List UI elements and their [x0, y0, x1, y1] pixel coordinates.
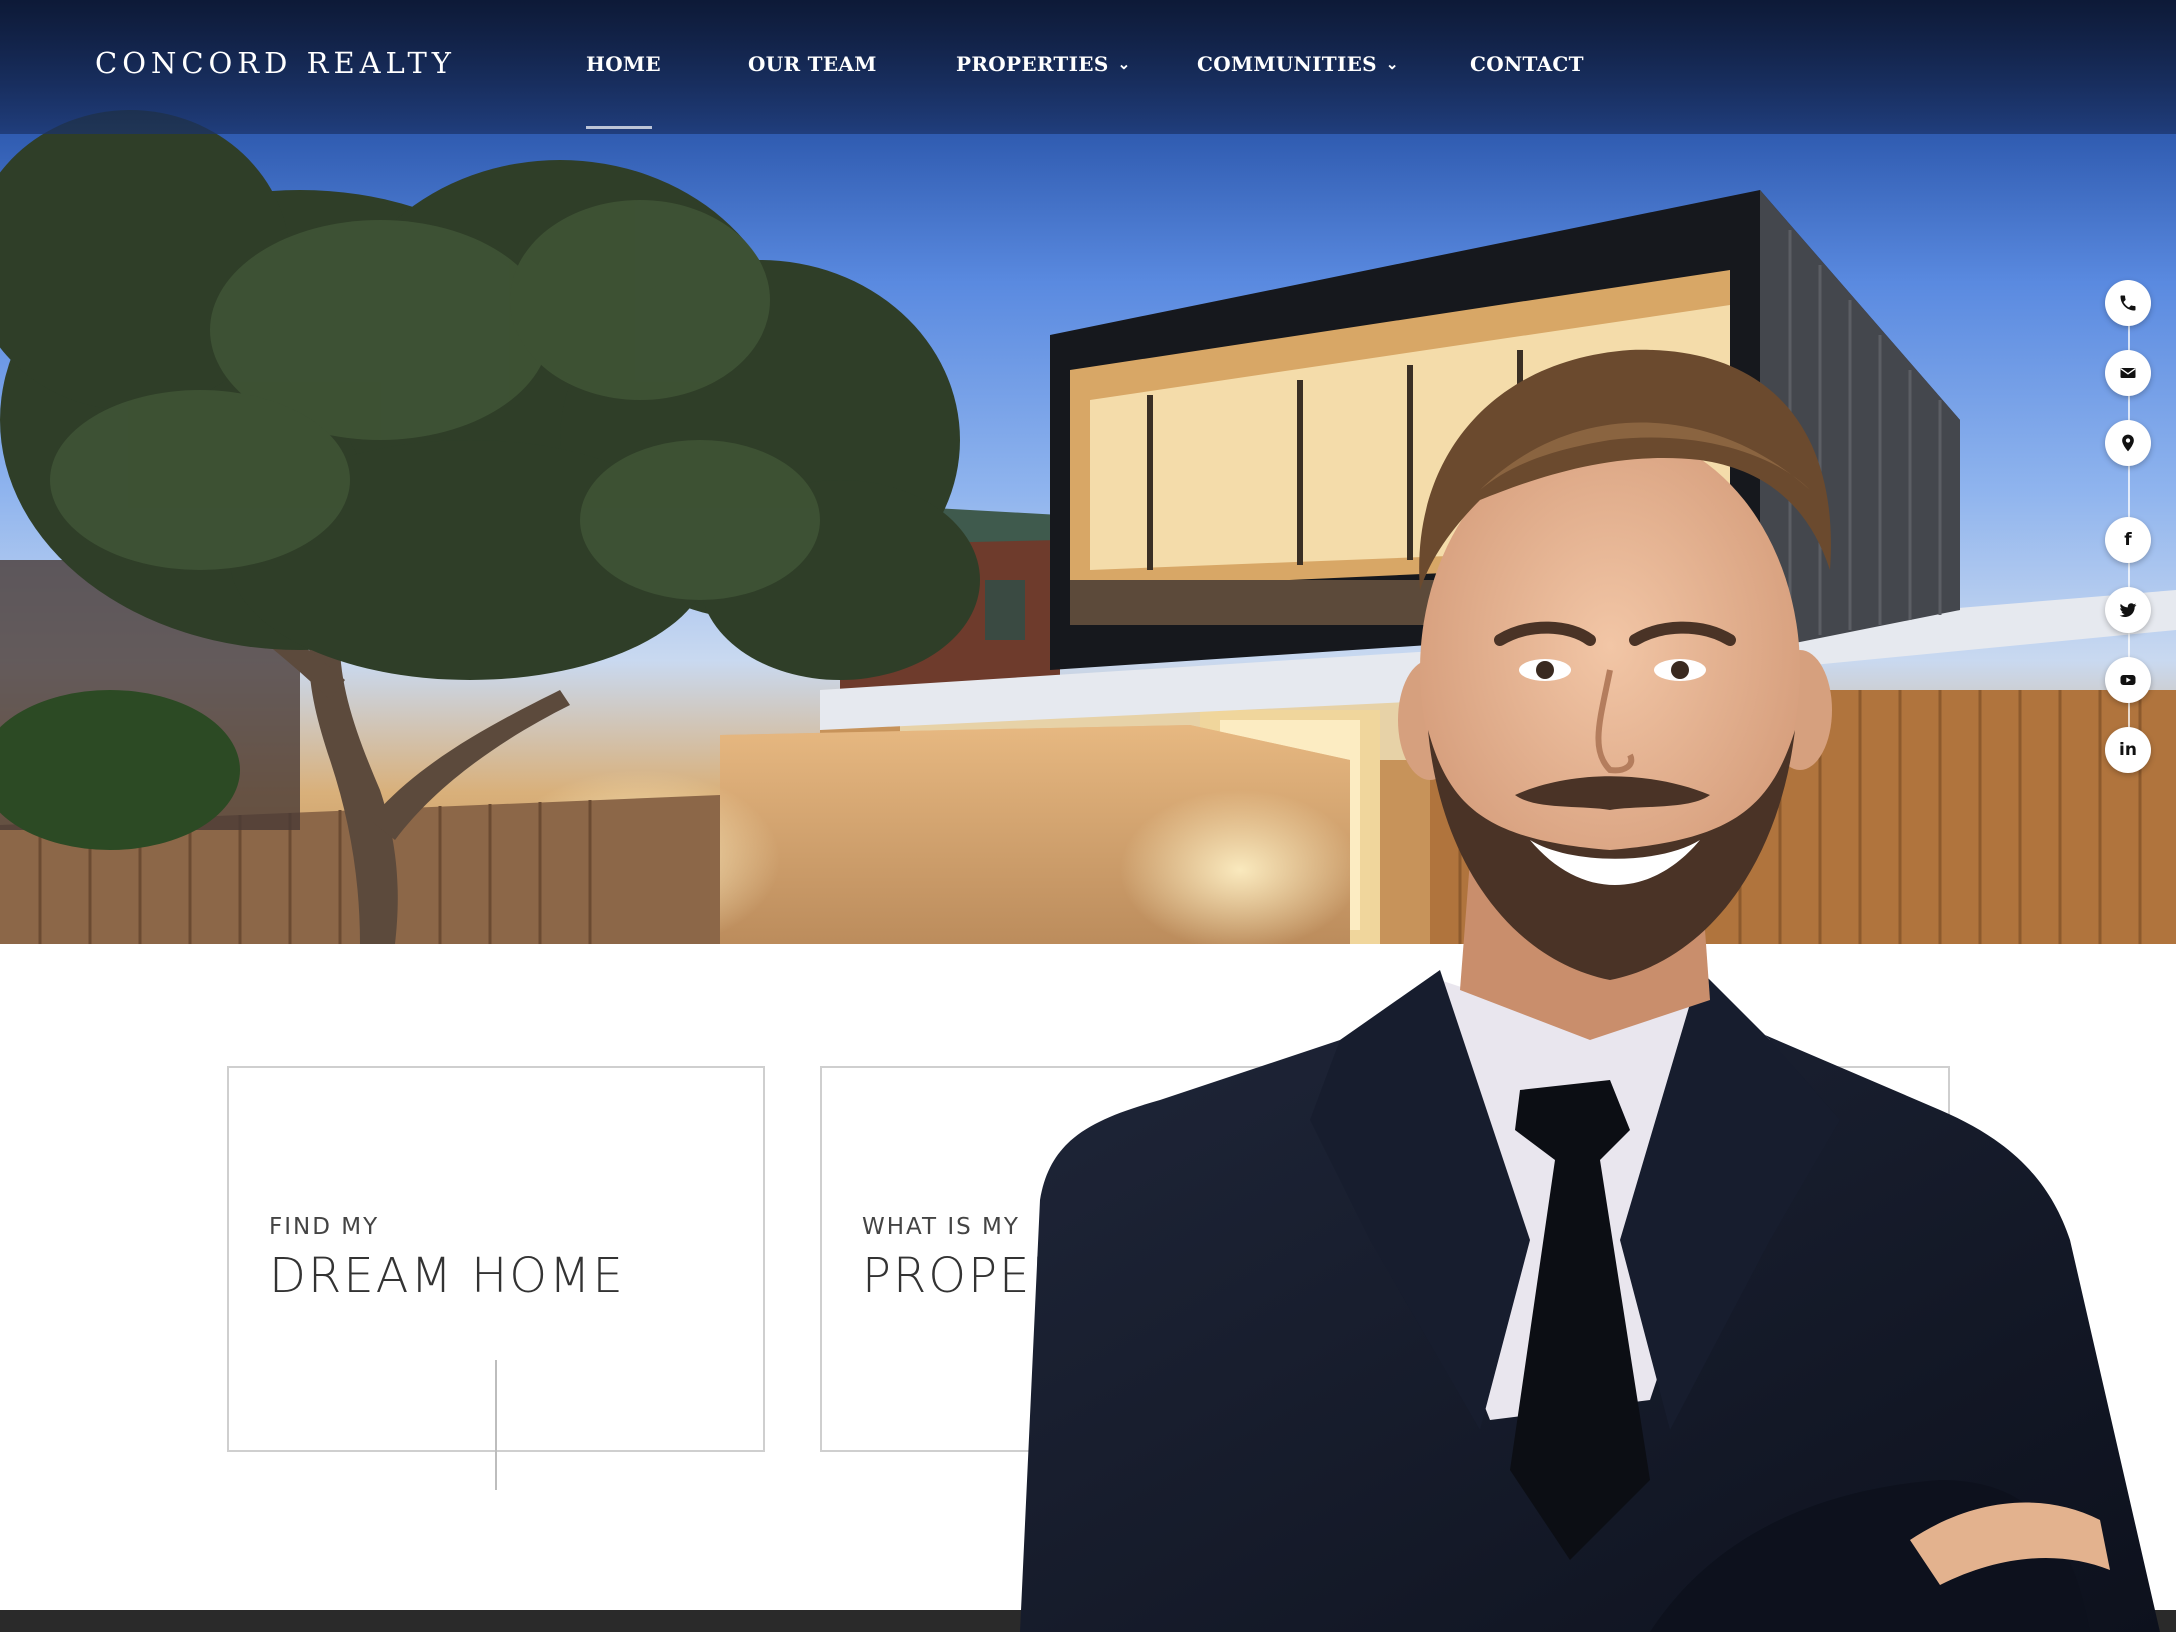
nav-item-properties[interactable]: PROPERTIES ⌄ [956, 52, 1130, 76]
nav-item-our-team[interactable]: OUR TEAM [748, 52, 877, 76]
find-dream-home-card[interactable]: FIND MY DREAM HOME [227, 1066, 765, 1490]
nav-item-communities[interactable]: COMMUNITIES ⌄ [1197, 52, 1399, 76]
nav-item-label: CONTACT [1470, 52, 1584, 76]
nav-item-label: HOME [586, 52, 661, 76]
card-headline: DREAM HOME [269, 1248, 625, 1304]
agent-portrait [1020, 349, 2160, 1632]
card-kicker: WHAT IS MY [862, 1214, 1020, 1240]
phone-button[interactable] [2105, 280, 2151, 326]
card-divider-line [495, 1360, 497, 1490]
chevron-down-icon: ⌄ [1117, 55, 1131, 73]
nav-item-home[interactable]: HOME [586, 52, 661, 76]
phone-icon [2120, 295, 2136, 311]
top-navigation-bar: CONCORD REALTY HOME OUR TEAM PROPERTIES ⌄… [0, 0, 2176, 134]
active-nav-indicator [586, 126, 652, 129]
nav-item-label: OUR TEAM [748, 52, 877, 76]
card-kicker: FIND MY [269, 1214, 380, 1240]
nav-item-contact[interactable]: CONTACT [1470, 52, 1584, 76]
site-logo[interactable]: CONCORD REALTY [95, 46, 456, 80]
chevron-down-icon: ⌄ [1385, 55, 1399, 73]
nav-item-label: PROPERTIES [956, 52, 1109, 76]
nav-item-label: COMMUNITIES [1197, 52, 1377, 76]
